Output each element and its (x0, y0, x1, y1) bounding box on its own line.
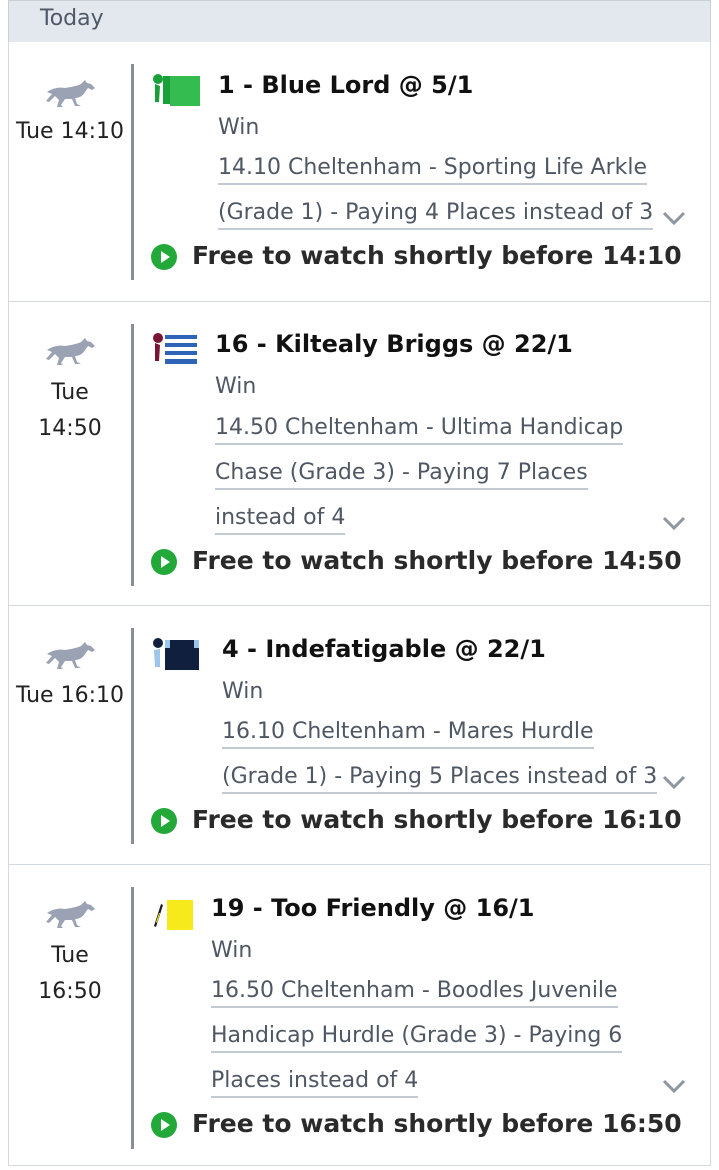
selection-title: 1 - Blue Lord @ 5/1 (218, 71, 474, 99)
race-info-line: Places instead of 4 (211, 1068, 419, 1098)
watch-stream-link[interactable]: Free to watch shortly before 14:50 (151, 546, 682, 578)
horse-racing-icon (46, 80, 95, 107)
race-info-line: (Grade 1) - Paying 5 Places instead of 3 (222, 764, 658, 794)
race-info-line: (Grade 1) - Paying 4 Places instead of 3 (218, 200, 654, 230)
race-info-line: Handicap Hurdle (Grade 3) - Paying 6 (211, 1023, 623, 1053)
bet-list: Tue 14:10 1 - Blue Lord @ 5/1 Win 14.10 … (8, 42, 711, 1166)
chevron-down-icon[interactable] (661, 1077, 687, 1095)
bet-card[interactable]: Tue 16:10 4 - Indefatigable @ 22/1 Win 1… (9, 605, 710, 864)
bet-type: Win (218, 115, 260, 140)
race-info-line: 14.50 Cheltenham - Ultima Handicap (215, 415, 624, 445)
horse-racing-icon (46, 642, 95, 669)
watch-stream-link[interactable]: Free to watch shortly before 16:50 (151, 1109, 682, 1141)
race-time-day: Tue (51, 380, 89, 405)
divider-line (131, 64, 134, 280)
jockey-silk-icon (153, 74, 200, 106)
section-header-today: Today (8, 0, 711, 42)
jockey-silk-icon (153, 333, 197, 365)
race-info-link[interactable]: 16.10 Cheltenham - Mares Hurdle (Grade 1… (222, 719, 662, 809)
chevron-down-icon[interactable] (661, 773, 687, 791)
selection-title: 16 - Kiltealy Briggs @ 22/1 (215, 330, 573, 358)
horse-racing-icon (46, 901, 95, 928)
divider-line (131, 324, 134, 586)
race-time: Tue 16:10 (16, 683, 124, 708)
play-icon (151, 549, 177, 575)
bet-type: Win (211, 938, 253, 963)
race-info-link[interactable]: 14.10 Cheltenham - Sporting Life Arkle (… (218, 155, 658, 245)
race-info-line: 16.10 Cheltenham - Mares Hurdle (222, 719, 594, 749)
watch-stream-link[interactable]: Free to watch shortly before 16:10 (151, 805, 682, 837)
play-icon (151, 244, 177, 270)
watch-text: Free to watch shortly before 14:10 (192, 241, 682, 270)
bet-card[interactable]: Tue 14:50 16 - Kiltealy Briggs @ 22/1 Wi… (9, 301, 710, 605)
watch-text: Free to watch shortly before 16:10 (192, 805, 682, 834)
bet-history-screen: Today Tue 14:10 1 - Blue Lord @ 5/1 Win … (0, 0, 719, 1170)
race-info-link[interactable]: 14.50 Cheltenham - Ultima Handicap Chase… (215, 415, 655, 550)
jockey-silk-icon (154, 900, 193, 930)
race-time: Tue 14:10 (16, 119, 124, 144)
chevron-down-icon[interactable] (661, 209, 687, 227)
bet-card[interactable]: Tue 16:50 19 - Too Friendly @ 16/1 Win 1… (9, 864, 710, 1166)
race-info-line: instead of 4 (215, 505, 346, 535)
watch-stream-link[interactable]: Free to watch shortly before 14:10 (151, 241, 682, 273)
selection-title: 4 - Indefatigable @ 22/1 (222, 635, 546, 663)
watch-text: Free to watch shortly before 16:50 (192, 1109, 682, 1138)
race-time-day: Tue (51, 943, 89, 968)
race-info-line: 14.10 Cheltenham - Sporting Life Arkle (218, 155, 648, 185)
race-time-clock: 14:50 (38, 416, 102, 441)
race-info-line: Chase (Grade 3) - Paying 7 Places (215, 460, 588, 490)
section-header-label: Today (40, 6, 104, 31)
play-icon (151, 808, 177, 834)
divider-line (131, 628, 134, 844)
race-info-line: 16.50 Cheltenham - Boodles Juvenile (211, 978, 618, 1008)
jockey-silk-icon (153, 638, 199, 670)
bet-type: Win (215, 374, 257, 399)
race-time-clock: 16:50 (38, 979, 102, 1004)
selection-title: 19 - Too Friendly @ 16/1 (211, 894, 535, 922)
horse-racing-icon (46, 338, 95, 365)
divider-line (131, 887, 134, 1149)
bet-card[interactable]: Tue 14:10 1 - Blue Lord @ 5/1 Win 14.10 … (9, 42, 710, 301)
race-info-link[interactable]: 16.50 Cheltenham - Boodles Juvenile Hand… (211, 978, 651, 1113)
watch-text: Free to watch shortly before 14:50 (192, 546, 682, 575)
play-icon (151, 1112, 177, 1138)
bet-type: Win (222, 679, 264, 704)
chevron-down-icon[interactable] (661, 514, 687, 532)
